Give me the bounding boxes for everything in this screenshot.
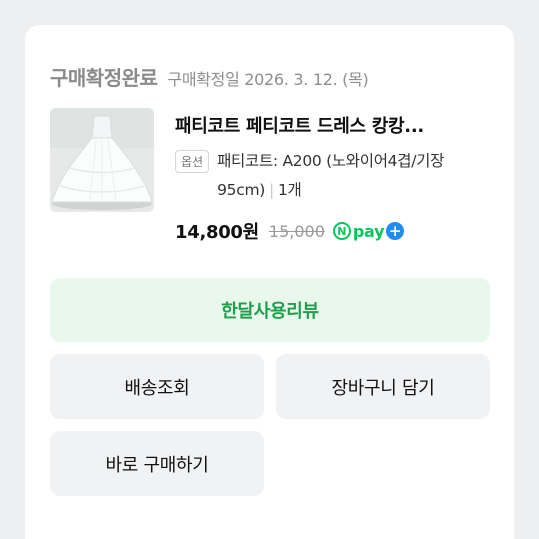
sale-price: 14,800원 <box>175 222 259 243</box>
write-review-button[interactable]: 한달사용리뷰 <box>50 278 490 342</box>
add-to-cart-button[interactable]: 장바구니 담기 <box>276 354 490 419</box>
option-row: 옵션 패티코트: A200 (노와이어4겹/기장95cm) | 1개 <box>175 147 487 205</box>
order-status-row: 구매확정완료 구매확정일 2026. 3. 12. (목) <box>50 62 369 91</box>
price-row: 14,800원 15,000 N pay + <box>175 218 405 244</box>
npay-n-icon: N <box>332 222 351 240</box>
original-price: 15,000 <box>268 221 325 241</box>
plus-icon: + <box>386 222 405 240</box>
npay-plus-badge: N pay + <box>332 221 405 241</box>
quantity: 1개 <box>277 181 302 199</box>
product-thumbnail[interactable] <box>50 108 154 212</box>
option-description: 패티코트: A200 (노와이어4겹/기장95cm) | 1개 <box>217 147 487 205</box>
npay-label: pay <box>352 221 385 241</box>
option-badge: 옵션 <box>175 150 210 173</box>
buy-now-button[interactable]: 바로 구매하기 <box>50 431 264 496</box>
option-separator: | <box>269 181 274 199</box>
order-status: 구매확정완료 <box>50 66 158 90</box>
track-delivery-button[interactable]: 배송조회 <box>50 354 264 419</box>
confirm-date: 구매확정일 2026. 3. 12. (목) <box>167 70 369 89</box>
petticoat-image <box>50 108 154 212</box>
product-name[interactable]: 패티코트 페티코트 드레스 캉캉... <box>175 112 495 138</box>
option-value: 패티코트: A200 (노와이어4겹/기장95cm) <box>217 152 445 199</box>
